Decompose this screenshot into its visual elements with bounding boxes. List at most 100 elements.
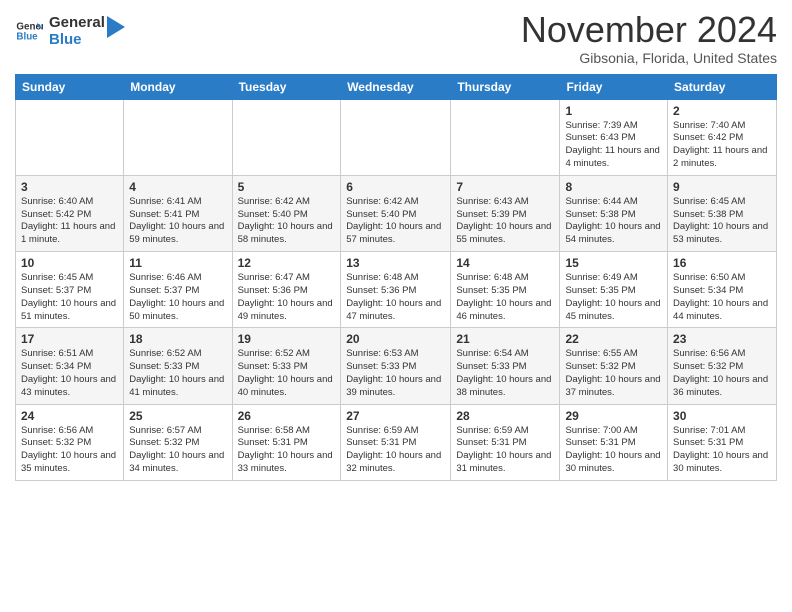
day-number: 16 (673, 256, 771, 270)
calendar-week-2: 10 Sunrise: 6:45 AMSunset: 5:37 PMDayligh… (16, 252, 777, 328)
day-number: 29 (565, 409, 662, 423)
calendar-cell: 3Sunrise: 6:40 AMSunset: 5:42 PMDaylight… (16, 175, 124, 251)
day-info: Sunrise: 6:53 AMSunset: 5:33 PMDaylight:… (346, 348, 445, 399)
calendar-cell: 25 Sunrise: 6:57 AMSunset: 5:32 PMDayligh… (124, 404, 232, 480)
calendar-cell (232, 99, 341, 175)
calendar-cell (16, 99, 124, 175)
day-info: Sunrise: 6:59 AMSunset: 5:31 PMDaylight:… (346, 425, 445, 476)
day-number: 19 (238, 332, 336, 346)
day-info: Sunrise: 6:51 AMSunset: 5:34 PMDaylight:… (21, 348, 118, 399)
day-info: Sunrise: 6:46 AMSunset: 5:37 PMDaylight:… (129, 272, 226, 323)
day-info: Sunrise: 6:55 AMSunset: 5:32 PMDaylight:… (565, 348, 662, 399)
day-number: 12 (238, 256, 336, 270)
day-info: Sunrise: 6:49 AMSunset: 5:35 PMDaylight:… (565, 272, 662, 323)
logo-text: General (49, 14, 105, 31)
day-info: Sunrise: 6:42 AMSunset: 5:40 PMDaylight:… (238, 196, 336, 247)
day-info: Sunrise: 6:43 AMSunset: 5:39 PMDaylight:… (456, 196, 554, 247)
header: General Blue General Blue November 2024 … (15, 10, 777, 66)
logo: General Blue General Blue (15, 14, 125, 49)
day-number: 27 (346, 409, 445, 423)
col-saturday: Saturday (668, 74, 777, 99)
day-info: Sunrise: 6:56 AMSunset: 5:32 PMDaylight:… (21, 425, 118, 476)
calendar-cell: 15Sunrise: 6:49 AMSunset: 5:35 PMDayligh… (560, 252, 668, 328)
calendar-cell (341, 99, 451, 175)
col-friday: Friday (560, 74, 668, 99)
calendar-cell: 29 Sunrise: 7:00 AMSunset: 5:31 PMDayligh… (560, 404, 668, 480)
day-number: 25 (129, 409, 226, 423)
col-wednesday: Wednesday (341, 74, 451, 99)
day-number: 14 (456, 256, 554, 270)
day-number: 24 (21, 409, 118, 423)
day-number: 5 (238, 180, 336, 194)
day-info: Sunrise: 6:52 AMSunset: 5:33 PMDaylight:… (238, 348, 336, 399)
calendar-cell: 26Sunrise: 6:58 AMSunset: 5:31 PMDayligh… (232, 404, 341, 480)
calendar-cell: 23 Sunrise: 6:56 AMSunset: 5:32 PMDayligh… (668, 328, 777, 404)
day-number: 28 (456, 409, 554, 423)
col-sunday: Sunday (16, 74, 124, 99)
day-number: 11 (129, 256, 226, 270)
calendar-cell: 2 Sunrise: 7:40 AMSunset: 6:42 PMDaylight… (668, 99, 777, 175)
calendar-cell: 8Sunrise: 6:44 AMSunset: 5:38 PMDaylight… (560, 175, 668, 251)
day-info: Sunrise: 6:45 AMSunset: 5:37 PMDaylight:… (21, 272, 118, 323)
day-number: 30 (673, 409, 771, 423)
title-block: November 2024 Gibsonia, Florida, United … (521, 10, 777, 66)
col-thursday: Thursday (451, 74, 560, 99)
day-number: 10 (21, 256, 118, 270)
calendar-week-3: 17Sunrise: 6:51 AMSunset: 5:34 PMDayligh… (16, 328, 777, 404)
calendar-cell: 1 Sunrise: 7:39 AMSunset: 6:43 PMDaylight… (560, 99, 668, 175)
calendar-week-0: 1 Sunrise: 7:39 AMSunset: 6:43 PMDaylight… (16, 99, 777, 175)
day-number: 2 (673, 104, 771, 118)
logo-icon: General Blue (15, 17, 43, 45)
day-info: Sunrise: 7:39 AMSunset: 6:43 PMDaylight:… (565, 120, 662, 171)
calendar-cell: 6 Sunrise: 6:42 AMSunset: 5:40 PMDaylight… (341, 175, 451, 251)
calendar-cell: 21 Sunrise: 6:54 AMSunset: 5:33 PMDayligh… (451, 328, 560, 404)
calendar-cell: 16 Sunrise: 6:50 AMSunset: 5:34 PMDayligh… (668, 252, 777, 328)
day-number: 1 (565, 104, 662, 118)
location: Gibsonia, Florida, United States (521, 50, 777, 66)
calendar-cell: 28Sunrise: 6:59 AMSunset: 5:31 PMDayligh… (451, 404, 560, 480)
day-number: 21 (456, 332, 554, 346)
col-tuesday: Tuesday (232, 74, 341, 99)
logo-blue: Blue (49, 31, 105, 48)
day-info: Sunrise: 6:56 AMSunset: 5:32 PMDaylight:… (673, 348, 771, 399)
day-info: Sunrise: 6:50 AMSunset: 5:34 PMDaylight:… (673, 272, 771, 323)
calendar-cell: 5 Sunrise: 6:42 AMSunset: 5:40 PMDaylight… (232, 175, 341, 251)
calendar-cell: 17Sunrise: 6:51 AMSunset: 5:34 PMDayligh… (16, 328, 124, 404)
day-info: Sunrise: 6:45 AMSunset: 5:38 PMDaylight:… (673, 196, 771, 247)
calendar-cell: 27 Sunrise: 6:59 AMSunset: 5:31 PMDayligh… (341, 404, 451, 480)
calendar-cell (124, 99, 232, 175)
calendar-cell: 30Sunrise: 7:01 AMSunset: 5:31 PMDayligh… (668, 404, 777, 480)
calendar-cell: 9 Sunrise: 6:45 AMSunset: 5:38 PMDaylight… (668, 175, 777, 251)
day-number: 18 (129, 332, 226, 346)
day-number: 6 (346, 180, 445, 194)
calendar-cell: 20Sunrise: 6:53 AMSunset: 5:33 PMDayligh… (341, 328, 451, 404)
day-info: Sunrise: 6:42 AMSunset: 5:40 PMDaylight:… (346, 196, 445, 247)
day-info: Sunrise: 6:41 AMSunset: 5:41 PMDaylight:… (129, 196, 226, 247)
calendar-cell: 10 Sunrise: 6:45 AMSunset: 5:37 PMDayligh… (16, 252, 124, 328)
day-info: Sunrise: 6:54 AMSunset: 5:33 PMDaylight:… (456, 348, 554, 399)
day-info: Sunrise: 6:52 AMSunset: 5:33 PMDaylight:… (129, 348, 226, 399)
day-number: 7 (456, 180, 554, 194)
calendar-week-4: 24 Sunrise: 6:56 AMSunset: 5:32 PMDayligh… (16, 404, 777, 480)
day-info: Sunrise: 6:57 AMSunset: 5:32 PMDaylight:… (129, 425, 226, 476)
calendar-cell: 24 Sunrise: 6:56 AMSunset: 5:32 PMDayligh… (16, 404, 124, 480)
day-number: 13 (346, 256, 445, 270)
day-info: Sunrise: 6:48 AMSunset: 5:35 PMDaylight:… (456, 272, 554, 323)
day-number: 23 (673, 332, 771, 346)
day-info: Sunrise: 7:00 AMSunset: 5:31 PMDaylight:… (565, 425, 662, 476)
calendar-cell: 14 Sunrise: 6:48 AMSunset: 5:35 PMDayligh… (451, 252, 560, 328)
day-number: 22 (565, 332, 662, 346)
day-number: 9 (673, 180, 771, 194)
day-info: Sunrise: 6:40 AMSunset: 5:42 PMDaylight:… (21, 196, 118, 247)
month-title: November 2024 (521, 10, 777, 50)
col-monday: Monday (124, 74, 232, 99)
calendar-header-row: Sunday Monday Tuesday Wednesday Thursday… (16, 74, 777, 99)
calendar-cell: 18 Sunrise: 6:52 AMSunset: 5:33 PMDayligh… (124, 328, 232, 404)
calendar-cell: 12Sunrise: 6:47 AMSunset: 5:36 PMDayligh… (232, 252, 341, 328)
day-info: Sunrise: 6:58 AMSunset: 5:31 PMDaylight:… (238, 425, 336, 476)
calendar-cell: 19 Sunrise: 6:52 AMSunset: 5:33 PMDayligh… (232, 328, 341, 404)
calendar-cell (451, 99, 560, 175)
day-info: Sunrise: 7:40 AMSunset: 6:42 PMDaylight:… (673, 120, 771, 171)
day-number: 4 (129, 180, 226, 194)
calendar: Sunday Monday Tuesday Wednesday Thursday… (15, 74, 777, 481)
